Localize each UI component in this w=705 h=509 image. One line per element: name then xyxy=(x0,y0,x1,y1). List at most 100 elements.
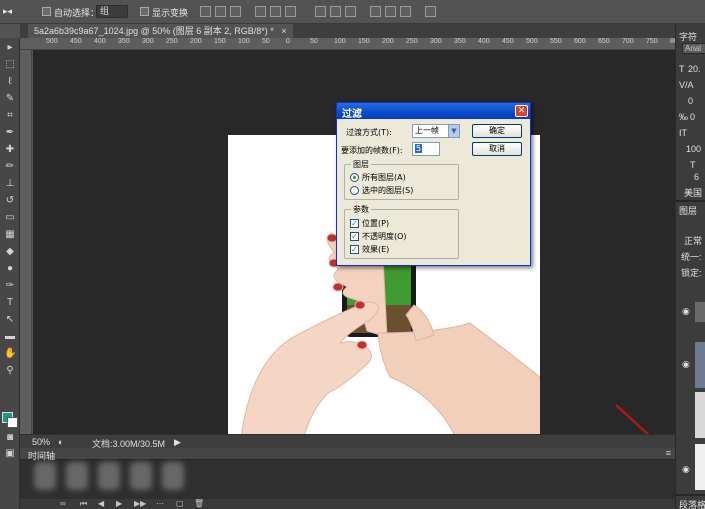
distribute-right-icon[interactable] xyxy=(400,6,411,17)
layer-thumbnail[interactable] xyxy=(695,392,705,438)
layer-visibility-eye-icon[interactable]: ◉ xyxy=(682,464,690,475)
close-icon[interactable]: ✕ xyxy=(515,105,528,117)
tween-icon[interactable]: ⋯ xyxy=(156,499,164,508)
first-frame-icon[interactable]: ⏮ xyxy=(80,499,87,509)
panel-divider xyxy=(676,494,705,496)
layer-thumbnail[interactable] xyxy=(695,342,705,388)
path-select-tool-icon[interactable]: ↖ xyxy=(4,314,16,325)
zoom-level[interactable]: 50% xyxy=(32,437,50,447)
duplicate-frame-icon[interactable]: ▢ xyxy=(176,499,184,508)
next-frame-icon[interactable]: ▶▶ xyxy=(134,499,146,508)
timeline-frame[interactable] xyxy=(162,462,184,490)
timeline-frame[interactable] xyxy=(34,462,56,490)
close-tab-icon[interactable]: × xyxy=(281,26,286,36)
timeline-frame[interactable] xyxy=(130,462,152,490)
timeline-frame[interactable] xyxy=(66,462,88,490)
auto-select-checkbox[interactable] xyxy=(42,7,51,16)
align-left-icon[interactable] xyxy=(255,6,266,17)
font-size-value[interactable]: 20. xyxy=(688,64,701,74)
distribute-top-icon[interactable] xyxy=(315,6,326,17)
distribute-bottom-icon[interactable] xyxy=(345,6,356,17)
eraser-tool-icon[interactable]: ▭ xyxy=(4,212,16,223)
layer-visibility-eye-icon[interactable]: ◉ xyxy=(682,359,690,370)
all-layers-radio[interactable] xyxy=(350,173,359,182)
distribute-left-icon[interactable] xyxy=(370,6,381,17)
align-vcenter-icon[interactable] xyxy=(215,6,226,17)
align-top-icon[interactable] xyxy=(200,6,211,17)
opacity-checkbox[interactable]: ✓ xyxy=(350,232,359,241)
screen-mode-icon[interactable]: ▣ xyxy=(4,448,16,459)
parameters-group-title: 参数 xyxy=(351,204,371,215)
frames-to-add-input[interactable]: 5 xyxy=(412,142,440,156)
background-color-swatch[interactable] xyxy=(7,417,18,428)
ruler-tick-label: 300 xyxy=(430,38,442,45)
brush-tool-icon[interactable]: ✏ xyxy=(4,161,16,172)
move-tool-icon[interactable]: ▸ xyxy=(4,42,16,53)
tween-with-dropdown[interactable]: 上一帧 ▼ xyxy=(412,124,460,138)
vertical-scale-icon: IT xyxy=(679,128,687,138)
tracking-value[interactable]: 0 xyxy=(690,112,695,122)
prev-frame-icon[interactable]: ◀ xyxy=(98,499,104,508)
character-panel-tab[interactable]: 字符 xyxy=(679,30,697,43)
leading-value[interactable]: 0 xyxy=(688,96,693,106)
dodge-tool-icon[interactable]: ● xyxy=(4,263,16,274)
distribute-vcenter-icon[interactable] xyxy=(330,6,341,17)
paragraph-panel-tab[interactable]: 段落格 xyxy=(679,498,705,509)
ruler-tick-label: 300 xyxy=(142,38,154,45)
kerning-value[interactable]: 6 xyxy=(694,172,699,182)
auto-select-dropdown[interactable]: 组 xyxy=(96,5,128,18)
healing-brush-tool-icon[interactable]: ✚ xyxy=(4,144,16,155)
lock-label: 锁定: xyxy=(681,268,702,278)
align-bottom-icon[interactable] xyxy=(230,6,241,17)
font-family-field[interactable]: Arial xyxy=(682,43,705,54)
marquee-tool-icon[interactable]: ⬚ xyxy=(4,59,16,70)
status-info-icon[interactable]: ◐ xyxy=(58,437,63,447)
distribute-hcenter-icon[interactable] xyxy=(385,6,396,17)
layer-thumbnail[interactable] xyxy=(695,302,705,322)
blur-tool-icon[interactable]: ◆ xyxy=(4,246,16,257)
crop-tool-icon[interactable]: ⌗ xyxy=(4,110,16,121)
layers-panel-tab[interactable]: 图层 xyxy=(679,204,697,217)
language-label[interactable]: 美国 xyxy=(684,186,702,199)
blend-mode-dropdown[interactable]: 正常 xyxy=(684,234,702,247)
chevron-down-icon[interactable]: ▼ xyxy=(448,125,459,137)
timeline-frame[interactable] xyxy=(98,462,120,490)
quick-mask-icon[interactable]: ◙ xyxy=(4,432,16,443)
lasso-tool-icon[interactable]: ℓ xyxy=(4,76,16,87)
pen-tool-icon[interactable]: ✑ xyxy=(4,280,16,291)
gradient-tool-icon[interactable]: ▦ xyxy=(4,229,16,240)
ok-button[interactable]: 确定 xyxy=(472,124,522,138)
selected-layers-label: 选中的图层(S) xyxy=(362,186,414,195)
shape-tool-icon[interactable]: ▬ xyxy=(4,331,16,342)
align-right-icon[interactable] xyxy=(285,6,296,17)
clone-stamp-tool-icon[interactable]: ⊥ xyxy=(4,178,16,189)
loop-options-icon[interactable]: ∞ xyxy=(60,499,66,508)
align-hcenter-icon[interactable] xyxy=(270,6,281,17)
effects-checkbox[interactable]: ✓ xyxy=(350,245,359,254)
layer-visibility-eye-icon[interactable]: ◉ xyxy=(682,306,690,317)
frames-to-add-label: 要添加的帧数(F): xyxy=(341,146,403,155)
delete-frame-icon[interactable]: 🗑 xyxy=(194,499,204,508)
position-checkbox[interactable]: ✓ xyxy=(350,219,359,228)
options-bar: ▸◂ 自动选择： 组 显示变换 xyxy=(0,0,705,24)
document-tab[interactable]: 5a2a6b39c9a67_1024.jpg @ 50% (图层 6 副本 2,… xyxy=(28,24,293,38)
timeline-menu-icon[interactable]: ≡ xyxy=(666,448,671,458)
ruler-tick-label: 600 xyxy=(574,38,586,45)
selected-layers-radio[interactable] xyxy=(350,186,359,195)
hand-tool-icon[interactable]: ✋ xyxy=(4,348,16,359)
eyedropper-tool-icon[interactable]: ✒ xyxy=(4,127,16,138)
status-menu-arrow-icon[interactable]: ▶ xyxy=(174,437,181,448)
zoom-tool-icon[interactable]: ⚲ xyxy=(4,365,16,376)
quick-select-tool-icon[interactable]: ✎ xyxy=(4,93,16,104)
dialog-titlebar[interactable]: 过滤 ✕ xyxy=(336,102,531,120)
play-icon[interactable]: ▶ xyxy=(116,499,122,508)
layer-thumbnail[interactable] xyxy=(695,444,705,490)
move-tool-preset-icon[interactable]: ▸◂ xyxy=(3,6,12,17)
horizontal-scale-value[interactable]: 100 xyxy=(686,144,701,154)
history-brush-tool-icon[interactable]: ↺ xyxy=(4,195,16,206)
show-transform-checkbox[interactable] xyxy=(140,7,149,16)
auto-align-layers-icon[interactable] xyxy=(425,6,436,17)
ruler-tick-label: 500 xyxy=(526,38,538,45)
cancel-button[interactable]: 取消 xyxy=(472,142,522,156)
type-tool-icon[interactable]: T xyxy=(4,297,16,308)
